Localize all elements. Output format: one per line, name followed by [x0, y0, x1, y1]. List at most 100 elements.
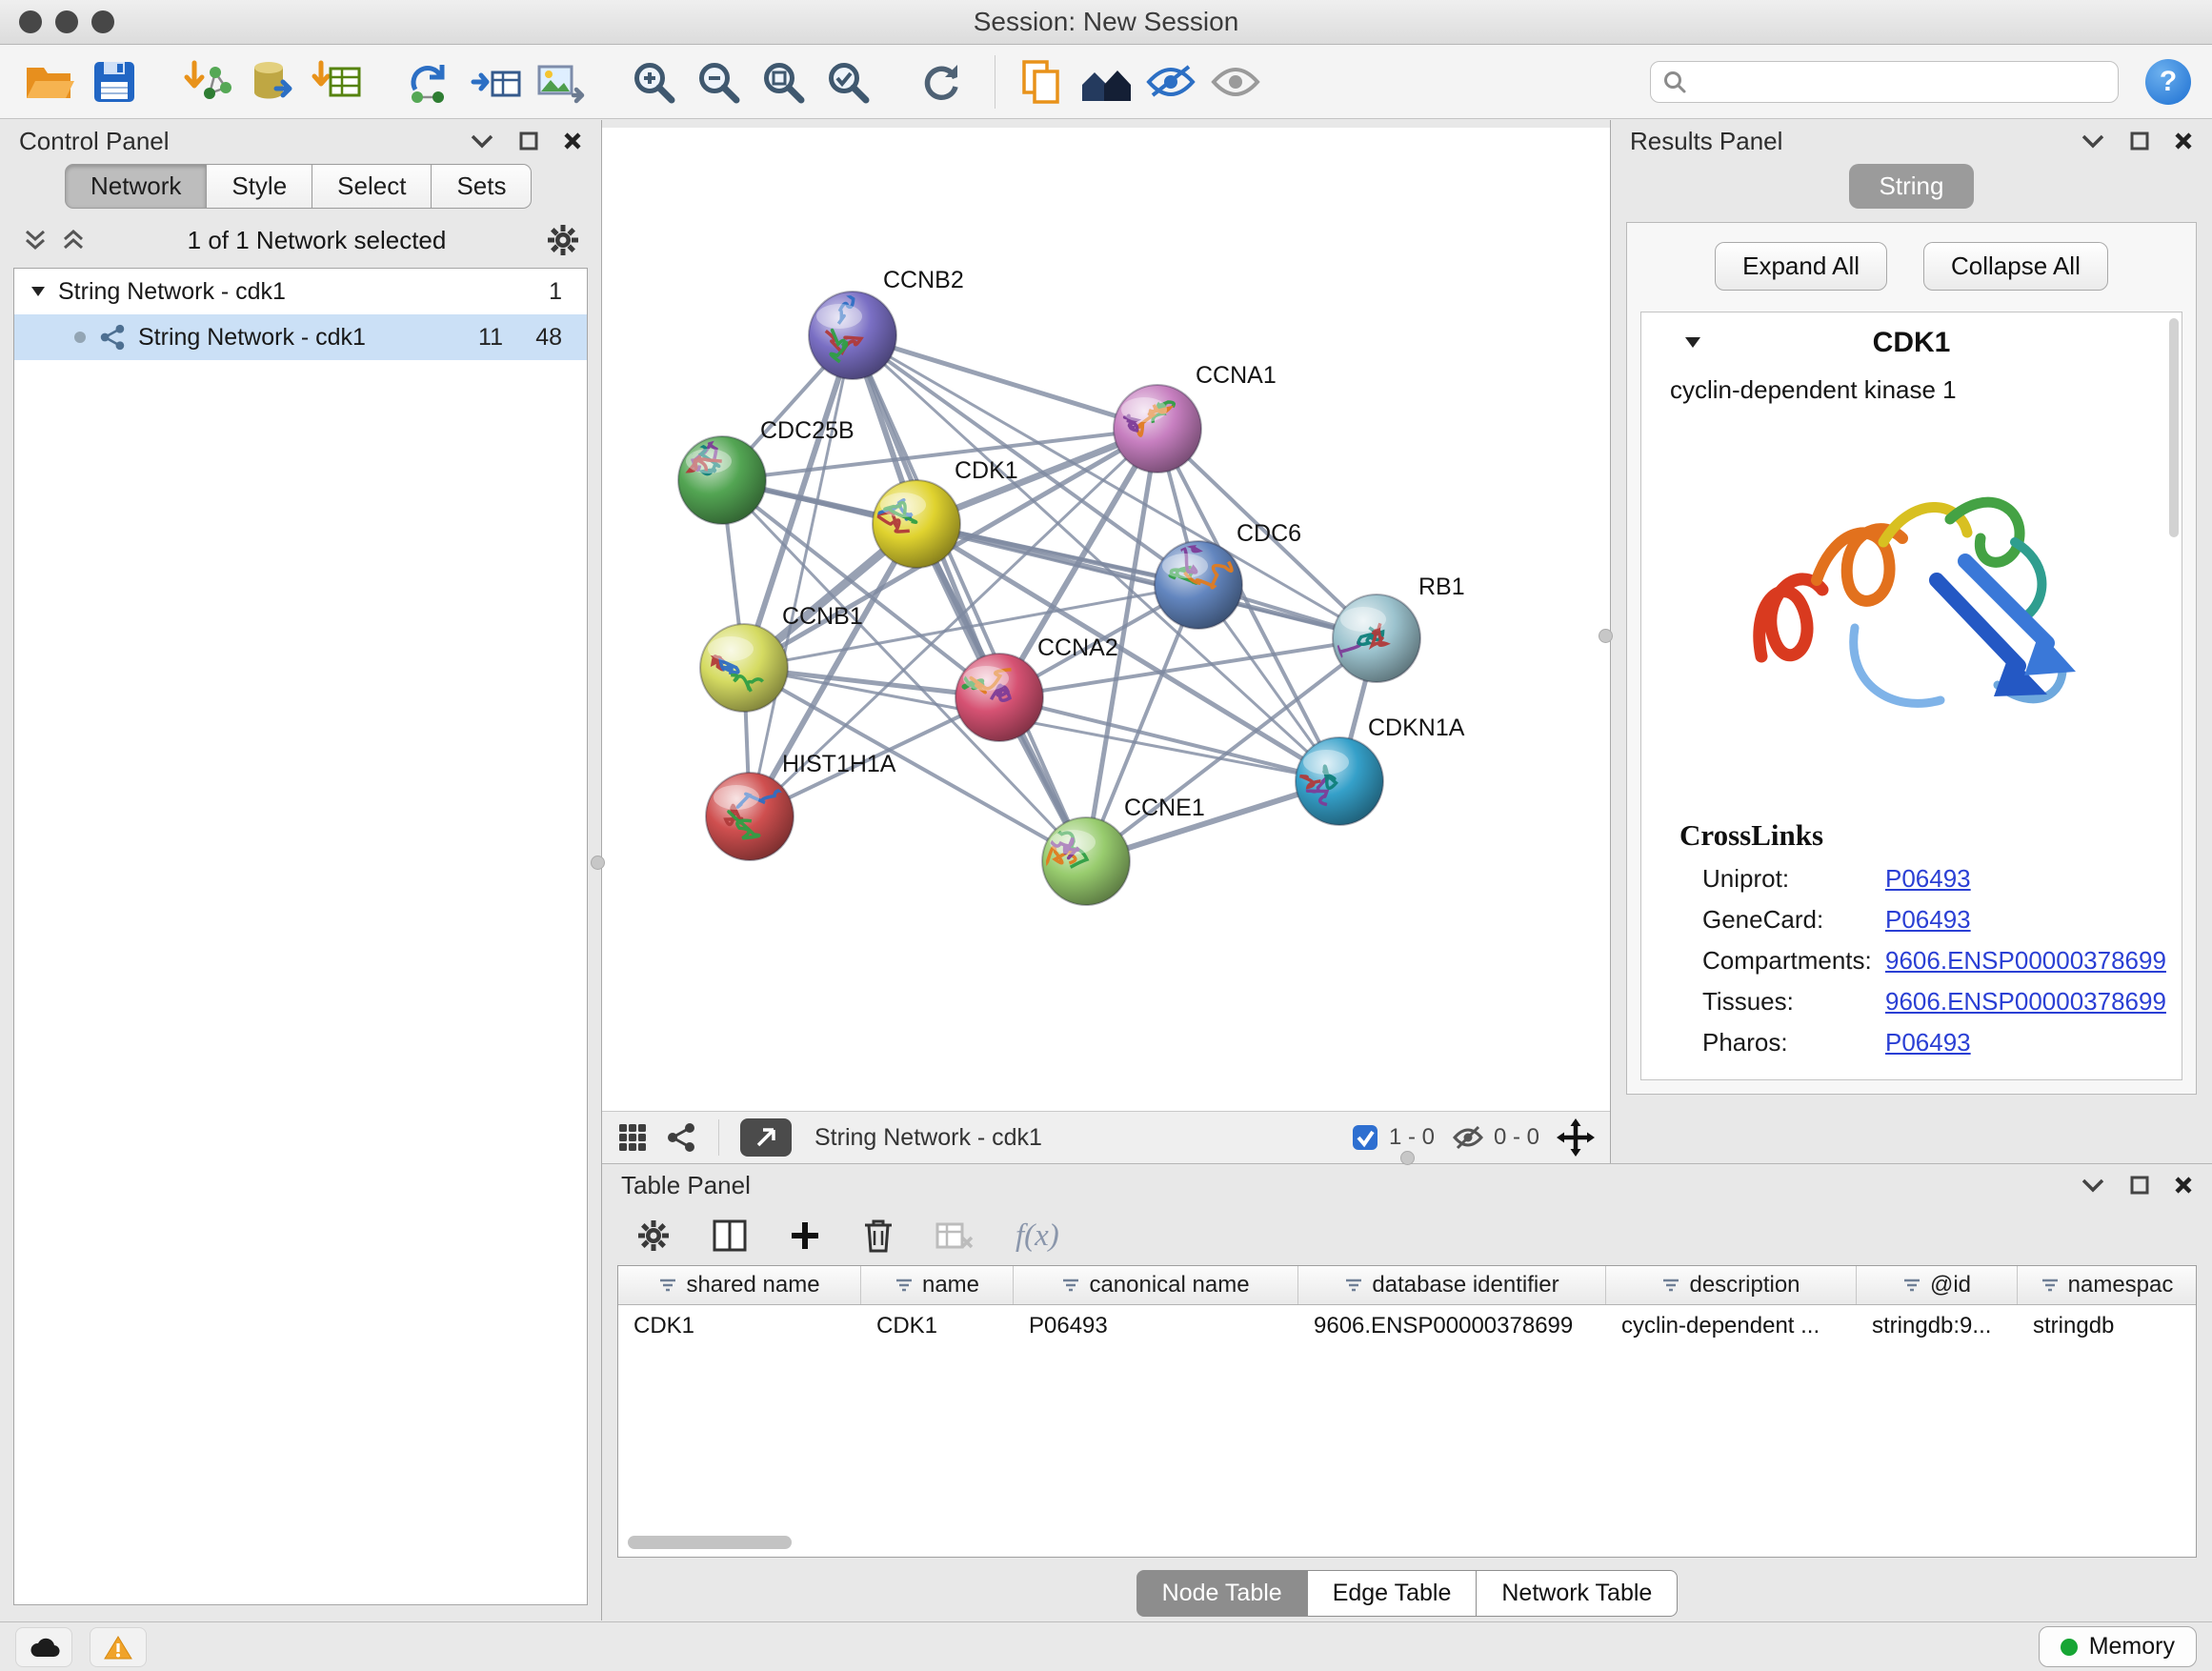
zoom-fit-button[interactable]	[754, 52, 812, 111]
tab-style[interactable]: Style	[207, 164, 312, 209]
results-tab-string[interactable]: String	[1849, 164, 1975, 209]
node-label: CDC25B	[760, 417, 855, 444]
zoom-in-button[interactable]	[625, 52, 682, 111]
table-row[interactable]: CDK1 CDK1 P06493 9606.ENSP00000378699 cy…	[618, 1305, 2196, 1347]
network-label: String Network - cdk1	[138, 324, 366, 352]
network-options-gear-icon[interactable]	[546, 223, 580, 257]
horizontal-splitter-handle[interactable]	[1400, 1151, 1415, 1165]
refresh-icon	[917, 58, 965, 106]
close-panel-icon[interactable]	[2174, 131, 2193, 151]
network-icon	[98, 324, 127, 351]
network-edge[interactable]	[750, 335, 853, 816]
table-options-gear-icon[interactable]	[636, 1218, 671, 1253]
compartments-link[interactable]: 9606.ENSP00000378699	[1885, 946, 2166, 976]
cloud-status-button[interactable]	[15, 1627, 72, 1667]
uniprot-link[interactable]: P06493	[1885, 864, 1971, 894]
panel-menu-icon[interactable]	[2081, 1178, 2105, 1193]
network-collection-row[interactable]: String Network - cdk1 1	[14, 269, 587, 314]
home-networks-button[interactable]	[1077, 52, 1135, 111]
tab-network[interactable]: Network	[65, 164, 207, 209]
tab-edge-table[interactable]: Edge Table	[1308, 1570, 1478, 1617]
network-edge[interactable]	[916, 524, 1377, 638]
search-input[interactable]	[1697, 67, 2106, 96]
column-header-canonical-name[interactable]: canonical name	[1014, 1266, 1298, 1304]
help-button[interactable]: ?	[2145, 59, 2191, 105]
import-network-from-database-button[interactable]	[244, 52, 301, 111]
protein-description: cyclin-dependent kinase 1	[1641, 373, 2182, 405]
open-folder-icon	[24, 60, 75, 104]
column-header-shared-name[interactable]: shared name	[618, 1266, 861, 1304]
tab-sets[interactable]: Sets	[432, 164, 532, 209]
close-panel-icon[interactable]	[2174, 1176, 2193, 1195]
hide-selected-button[interactable]	[1142, 52, 1199, 111]
float-panel-icon[interactable]	[519, 131, 538, 151]
pharos-link[interactable]: P06493	[1885, 1028, 1971, 1057]
float-panel-icon[interactable]	[2130, 131, 2149, 151]
function-builder-button[interactable]: f(x)	[1016, 1218, 1059, 1254]
panel-menu-icon[interactable]	[2081, 133, 2105, 149]
network-edge[interactable]	[853, 335, 1157, 429]
network-edge[interactable]	[853, 335, 1086, 861]
vertical-splitter-handle-right[interactable]	[1599, 629, 1613, 643]
toolbar-search-field[interactable]	[1650, 61, 2119, 103]
float-panel-icon[interactable]	[2130, 1176, 2149, 1195]
vertical-splitter-handle-left[interactable]	[591, 856, 605, 870]
network-node-rb1[interactable]: RB1	[1325, 574, 1464, 682]
show-columns-icon[interactable]	[713, 1219, 747, 1252]
column-header-id[interactable]: @id	[1857, 1266, 2018, 1304]
pan-crosshair-icon[interactable]	[1557, 1118, 1595, 1157]
duplicate-button[interactable]	[1013, 52, 1070, 111]
results-scrollbar-thumb[interactable]	[2169, 318, 2179, 537]
hidden-eye-slash-icon[interactable]	[1452, 1124, 1484, 1151]
network-row-selected[interactable]: String Network - cdk1 11 48	[14, 314, 587, 360]
column-header-namespace[interactable]: namespac	[2018, 1266, 2196, 1304]
export-table-button[interactable]	[467, 52, 524, 111]
detach-view-button[interactable]	[740, 1118, 792, 1157]
tissues-link[interactable]: 9606.ENSP00000378699	[1885, 987, 2166, 1017]
network-node-hist1h1a[interactable]: HIST1H1A	[706, 751, 896, 860]
import-network-from-file-button[interactable]	[179, 52, 236, 111]
memory-label: Memory	[2089, 1633, 2175, 1661]
column-header-database-identifier[interactable]: database identifier	[1298, 1266, 1606, 1304]
expand-all-icon[interactable]	[59, 228, 88, 252]
selected-checkbox-icon[interactable]	[1351, 1123, 1379, 1152]
genecard-link[interactable]: P06493	[1885, 905, 1971, 935]
birds-eye-view-icon[interactable]	[617, 1122, 648, 1153]
horizontal-scrollbar-thumb[interactable]	[628, 1536, 792, 1549]
network-node-cdkn1a[interactable]: CDKN1A	[1268, 715, 1465, 825]
import-table-from-file-button[interactable]	[309, 52, 366, 111]
tab-network-table[interactable]: Network Table	[1477, 1570, 1678, 1617]
apply-layout-button[interactable]	[913, 52, 970, 111]
network-node-ccna1[interactable]: CCNA1	[1114, 362, 1277, 473]
open-session-button[interactable]	[21, 52, 78, 111]
disclosure-triangle-icon[interactable]	[30, 285, 47, 298]
tab-node-table[interactable]: Node Table	[1136, 1570, 1308, 1617]
delete-table-icon-disabled[interactable]	[935, 1220, 974, 1251]
zoom-selected-button[interactable]	[819, 52, 876, 111]
window-titlebar: Session: New Session	[0, 0, 2212, 45]
network-node-cdc25b[interactable]: CDC25B	[678, 417, 855, 524]
new-network-from-selection-button[interactable]	[402, 52, 459, 111]
network-node-cdk1[interactable]: CDK1	[865, 457, 1017, 568]
collapse-all-icon[interactable]	[21, 228, 50, 252]
column-header-name[interactable]: name	[861, 1266, 1014, 1304]
collapse-all-button[interactable]: Collapse All	[1923, 242, 2108, 291]
warnings-button[interactable]	[90, 1627, 147, 1667]
column-header-description[interactable]: description	[1606, 1266, 1857, 1304]
section-collapse-triangle-icon[interactable]	[1683, 335, 1702, 350]
network-canvas[interactable]: CCNB2CCNA1CDC25BCDK1CDC6RB1CCNB1CCNA2CDK…	[602, 128, 1610, 1111]
zoom-out-button[interactable]	[690, 52, 747, 111]
tab-select[interactable]: Select	[312, 164, 432, 209]
export-image-button[interactable]	[532, 52, 589, 111]
expand-all-button[interactable]: Expand All	[1715, 242, 1887, 291]
memory-button[interactable]: Memory	[2039, 1626, 2197, 1667]
show-all-button[interactable]	[1207, 52, 1264, 111]
save-session-button[interactable]	[86, 52, 143, 111]
network-overview-icon[interactable]	[665, 1122, 697, 1153]
create-column-plus-icon[interactable]	[789, 1219, 821, 1252]
delete-column-trash-icon[interactable]	[863, 1218, 894, 1254]
selected-counter: 1 - 0	[1351, 1123, 1435, 1152]
close-panel-icon[interactable]	[563, 131, 582, 151]
zoom-out-icon	[694, 58, 742, 106]
panel-menu-icon[interactable]	[470, 133, 494, 149]
